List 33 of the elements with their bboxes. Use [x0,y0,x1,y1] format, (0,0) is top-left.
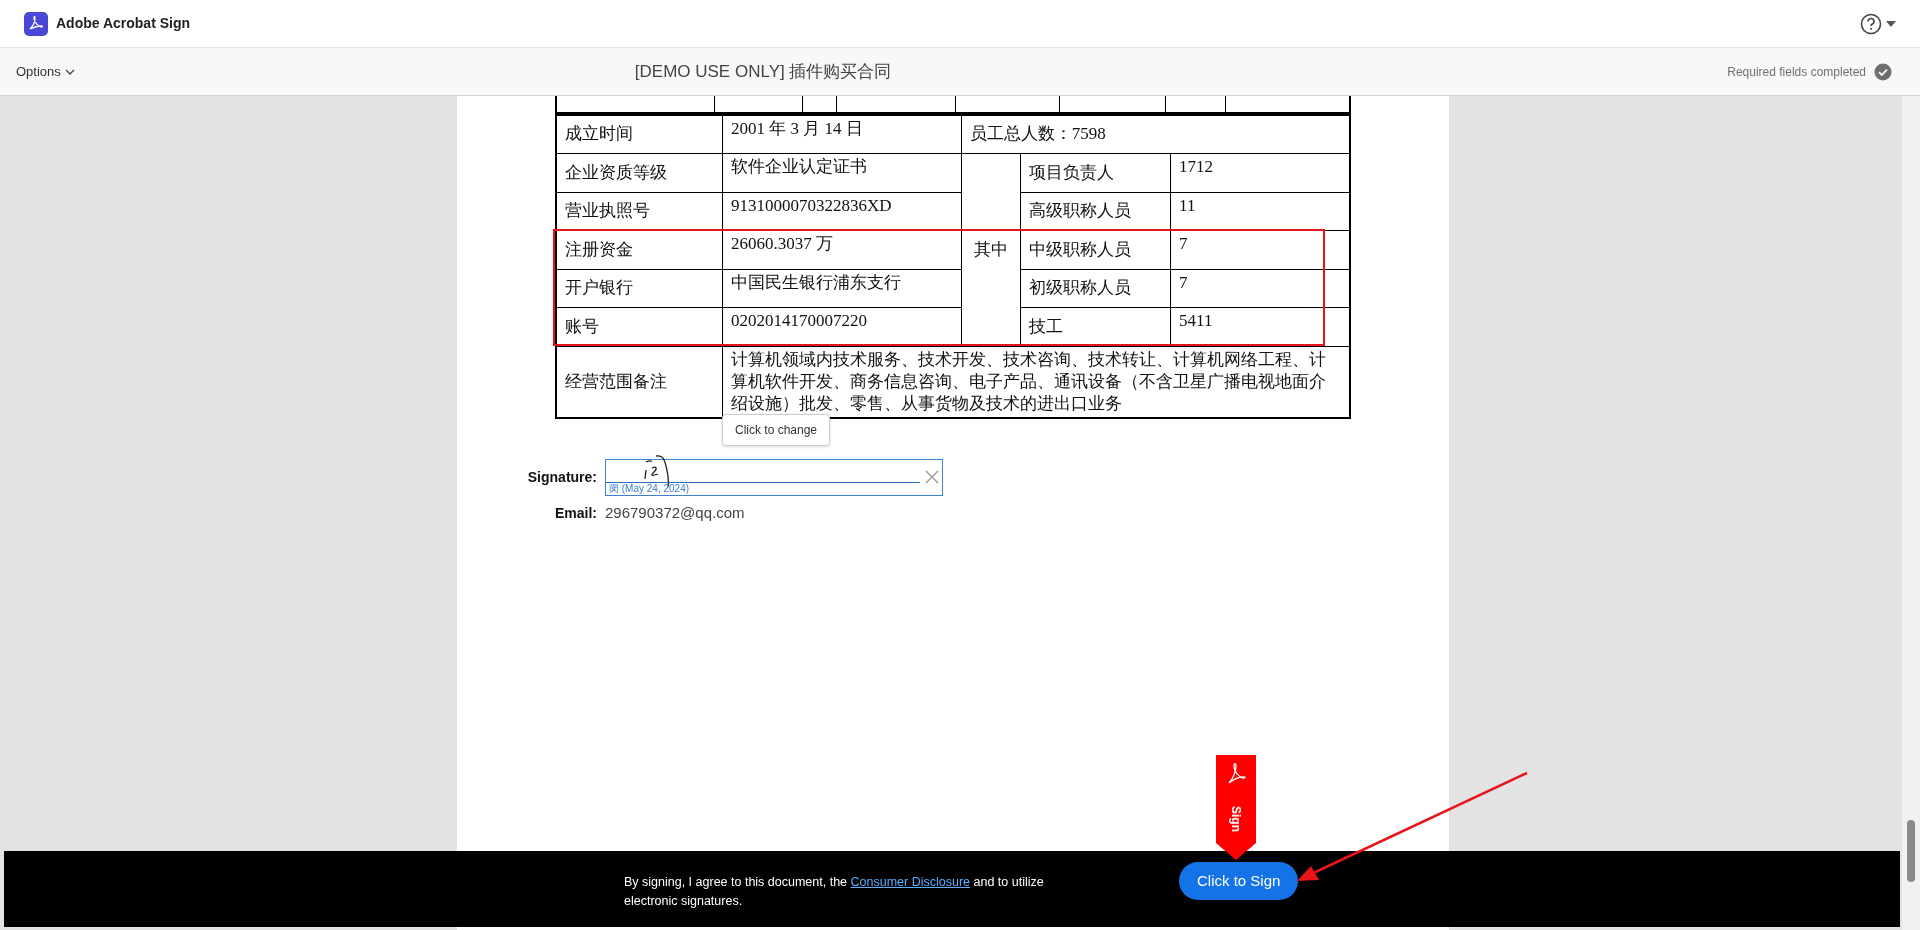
table-cell: 软件企业认定证书 [722,153,962,192]
caret-icon[interactable] [1886,20,1896,27]
table-cell: 初级职称人员 [1020,269,1171,308]
table-cell: 成立时间 [556,115,723,154]
app-logo-icon [24,11,48,36]
status-text: Required fields completed [1727,63,1866,81]
table-cell: 注册资金 [556,230,723,269]
scrollbar[interactable] [1902,96,1920,930]
document-title: [DEMO USE ONLY] 插件购买合同 [634,60,892,83]
app-title: Adobe Acrobat Sign [56,14,191,33]
click-to-sign-button[interactable]: Click to Sign [1179,862,1299,900]
table-cell: 账号 [556,307,723,346]
table-cell: 开户银行 [556,269,723,308]
email-value: 296790372@qq.com [605,502,745,523]
table-cell: 技工 [1020,307,1171,346]
close-icon[interactable] [925,469,939,484]
signature-date: 闵 (May 24, 2024) [609,482,690,495]
table-cell: 项目负责人 [1020,153,1171,192]
sign-ribbon[interactable] [1216,755,1256,860]
tooltip: Click to change [722,413,831,446]
table-cell: 2001 年 3 月 14 日 [722,115,962,154]
signature-label: Signature: [526,467,598,487]
table-cell: 企业资质等级 [556,153,723,192]
options-menu[interactable]: Options [16,61,75,82]
table-cell: 中级职称人员 [1020,230,1171,269]
email-label: Email: [554,503,598,523]
signature-field[interactable]: 闵 (May 24, 2024) [605,458,943,496]
table-cell: 其中 [961,153,1021,346]
consumer-disclosure-link[interactable]: Consumer Disclosure [850,875,970,889]
help-icon[interactable] [1860,12,1882,35]
ribbon-label: Sign [1228,805,1244,833]
chevron-down-icon [64,68,75,75]
consent-text: By signing, I agree to this document, the Consumer Disclosure and to utilize electronic signatures. [624,874,1045,910]
